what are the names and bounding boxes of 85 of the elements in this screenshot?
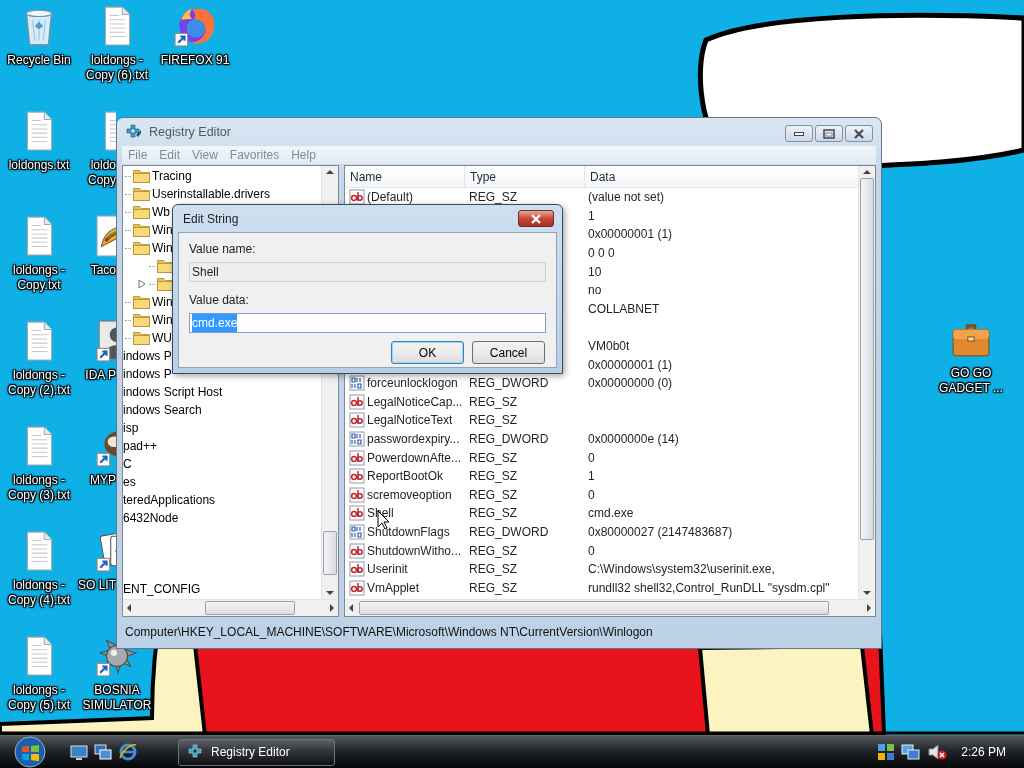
value-data: COLLABNET [587, 300, 660, 318]
string-value-icon [349, 468, 365, 485]
monitor-icon[interactable] [901, 743, 922, 761]
value-type: REG_SZ [469, 190, 517, 205]
value-data: 0 [587, 542, 595, 560]
network-icon[interactable] [877, 743, 896, 761]
expand-icon[interactable] [137, 279, 147, 289]
string-value-icon [349, 579, 365, 596]
field-label: Value data: [189, 292, 250, 309]
close-button[interactable] [518, 210, 554, 227]
clock[interactable]: 2:26 PM [961, 743, 1006, 761]
cancel-button[interactable]: Cancel [472, 341, 545, 364]
folder-icon [157, 259, 174, 273]
status-text: Computer\HKEY_LOCAL_MACHINE\SOFTWARE\Microsoft\Windows NT\CurrentVersion\Winlogon [125, 624, 653, 641]
value-data: 0 0 0 [587, 245, 615, 263]
folder-icon [133, 187, 150, 201]
folder-icon [133, 223, 150, 237]
taskbar-button-label: Registry Editor [211, 744, 290, 761]
value-type: REG_SZ [469, 450, 517, 465]
folder-icon [133, 169, 150, 183]
folder-icon [133, 313, 150, 327]
value-type: REG_SZ [469, 580, 517, 595]
value-type: REG_SZ [469, 543, 517, 558]
field-label: Value name: [189, 241, 257, 258]
value-type: REG_DWORD [469, 525, 549, 539]
value-type: REG_SZ [469, 413, 517, 428]
muted-speaker-icon[interactable] [927, 743, 948, 761]
string-value-icon [349, 393, 365, 410]
registry-app-icon [187, 743, 205, 761]
value-data: 1 [587, 207, 595, 225]
binary-value-icon [349, 524, 365, 540]
person-icon[interactable] [96, 320, 116, 362]
column-header[interactable]: Data [585, 166, 858, 187]
value-data: 0x80000027 (2147483687) [587, 524, 733, 541]
value-data: VM0b0t [587, 338, 630, 356]
folder-icon [133, 205, 150, 219]
column-header[interactable]: Type [465, 166, 585, 187]
minimize-icon [794, 131, 804, 136]
close-icon [531, 213, 541, 224]
string-value-icon [349, 189, 365, 206]
binary-value-icon [349, 375, 365, 392]
browser-icon[interactable] [118, 742, 138, 762]
value-data: 10 [587, 263, 602, 281]
value-type: REG_SZ [469, 562, 517, 577]
column-header[interactable]: Name [345, 166, 465, 187]
value-type: REG_DWORD [469, 376, 549, 391]
window-title: Registry Editor [149, 123, 231, 141]
value-data: 0x00000000 (0) [587, 375, 673, 393]
value-name-field[interactable]: Shell [189, 262, 546, 282]
value-data: 0x00000001 (1) [587, 226, 673, 244]
folder-icon [133, 241, 150, 255]
value-data: cmd.exe [587, 505, 634, 523]
value-data: 0 [587, 449, 595, 467]
string-value-icon [349, 542, 365, 559]
show-desktop-icon[interactable] [70, 743, 88, 761]
value-type: REG_SZ [469, 394, 517, 409]
ok-button[interactable]: OK [391, 341, 464, 364]
value-type: REG_SZ [469, 487, 517, 502]
value-type: REG_SZ [469, 506, 517, 521]
value-data: rundll32 shell32,Control_RunDLL "sysdm.cpl" [587, 579, 830, 597]
string-value-icon [349, 486, 365, 503]
folder-icon [133, 295, 150, 309]
value-type: REG_DWORD [469, 432, 549, 446]
value-data: 1 [587, 468, 595, 486]
value-data: (value not set) [587, 189, 665, 207]
taskbar-button[interactable]: Registry Editor [178, 738, 335, 766]
value-data: C:\Windows\system32\userinit.exe, [587, 561, 775, 579]
string-value-icon [349, 412, 365, 429]
value-data: 0x0000000e (14) [587, 431, 679, 448]
string-value-icon [349, 505, 365, 522]
string-value-icon [349, 449, 365, 466]
value-type: REG_SZ [469, 469, 517, 484]
folder-icon [133, 331, 150, 345]
binary-value-icon [349, 431, 365, 447]
maximize-icon [823, 128, 835, 139]
value-data: 0x00000001 (1) [587, 356, 673, 374]
string-value-icon [349, 561, 365, 578]
value-data: no [587, 282, 602, 300]
registry-app-icon [125, 123, 143, 141]
value-data: 0 [587, 486, 595, 504]
dialog-title: Edit String [183, 210, 239, 228]
close-icon [854, 128, 864, 139]
taco-icon[interactable] [96, 215, 116, 257]
switch-windows-icon[interactable] [94, 743, 112, 761]
folder-icon [157, 277, 174, 291]
